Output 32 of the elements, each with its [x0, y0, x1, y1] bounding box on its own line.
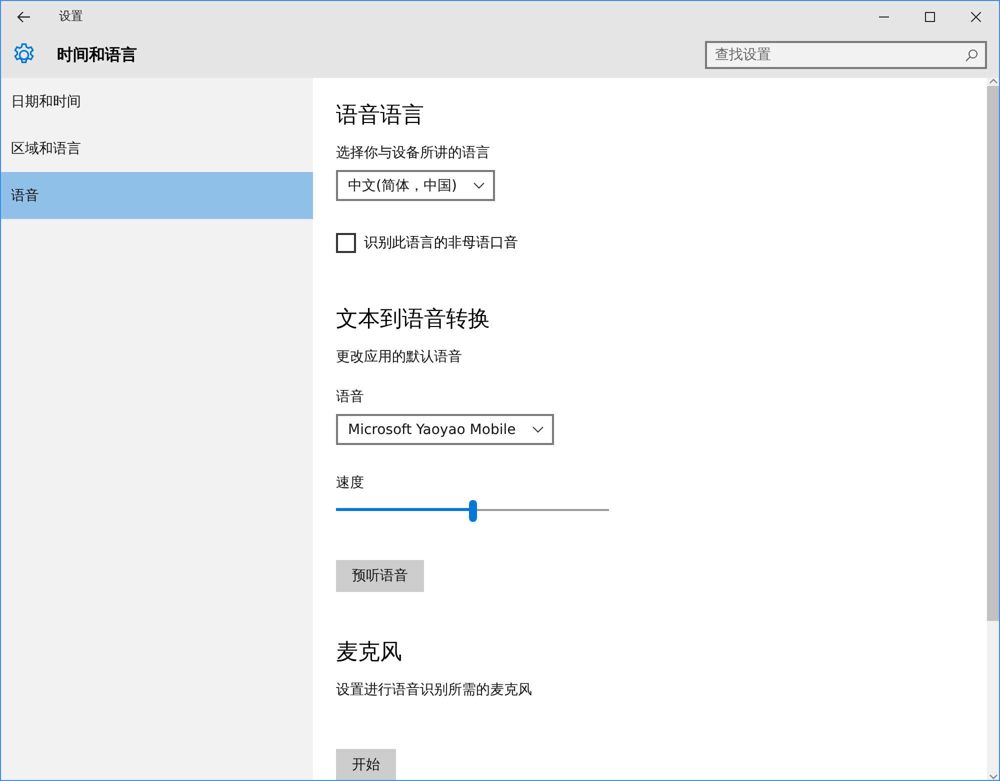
action-button[interactable]: 预听语音	[336, 560, 424, 592]
sidebar-item[interactable]: 日期和时间	[1, 78, 313, 125]
page-title: 时间和语言	[57, 44, 138, 66]
chevron-down-icon	[472, 182, 485, 189]
window-title: 设置	[59, 8, 84, 25]
slider-label: 速度	[336, 474, 365, 492]
slider-thumb[interactable]	[468, 500, 476, 522]
field-label: 语音	[336, 388, 365, 406]
dropdown[interactable]: Microsoft Yaoyao Mobile	[336, 414, 554, 445]
scroll-thumb[interactable]	[987, 86, 999, 621]
dropdown[interactable]: 中文(简体，中国)	[336, 170, 495, 201]
section-heading: 语音语言	[336, 102, 425, 130]
maximize-icon	[925, 12, 935, 22]
description: 设置进行语音识别所需的麦克风	[336, 681, 533, 699]
checkbox-label: 识别此语言的非母语口音	[364, 234, 518, 252]
scroll-down-icon[interactable]	[988, 774, 998, 780]
action-button[interactable]: 开始	[336, 749, 396, 780]
field-label: 选择你与设备所讲的语言	[336, 144, 491, 162]
search-icon	[965, 49, 978, 62]
scroll-up-icon[interactable]	[988, 78, 998, 84]
sidebar-item[interactable]: 语音	[1, 172, 313, 219]
sidebar-item[interactable]: 区域和语言	[1, 125, 313, 172]
description: 更改应用的默认语音	[336, 348, 463, 366]
scrollbar[interactable]	[987, 78, 999, 780]
slider[interactable]	[336, 500, 609, 520]
back-arrow-icon	[17, 10, 31, 22]
section-heading: 麦克风	[336, 639, 403, 667]
section-heading: 文本到语音转换	[336, 306, 491, 334]
close-icon	[971, 12, 981, 22]
chevron-down-icon	[532, 426, 544, 433]
checkbox[interactable]	[336, 233, 356, 253]
search-field[interactable]: 查找设置	[705, 41, 987, 69]
